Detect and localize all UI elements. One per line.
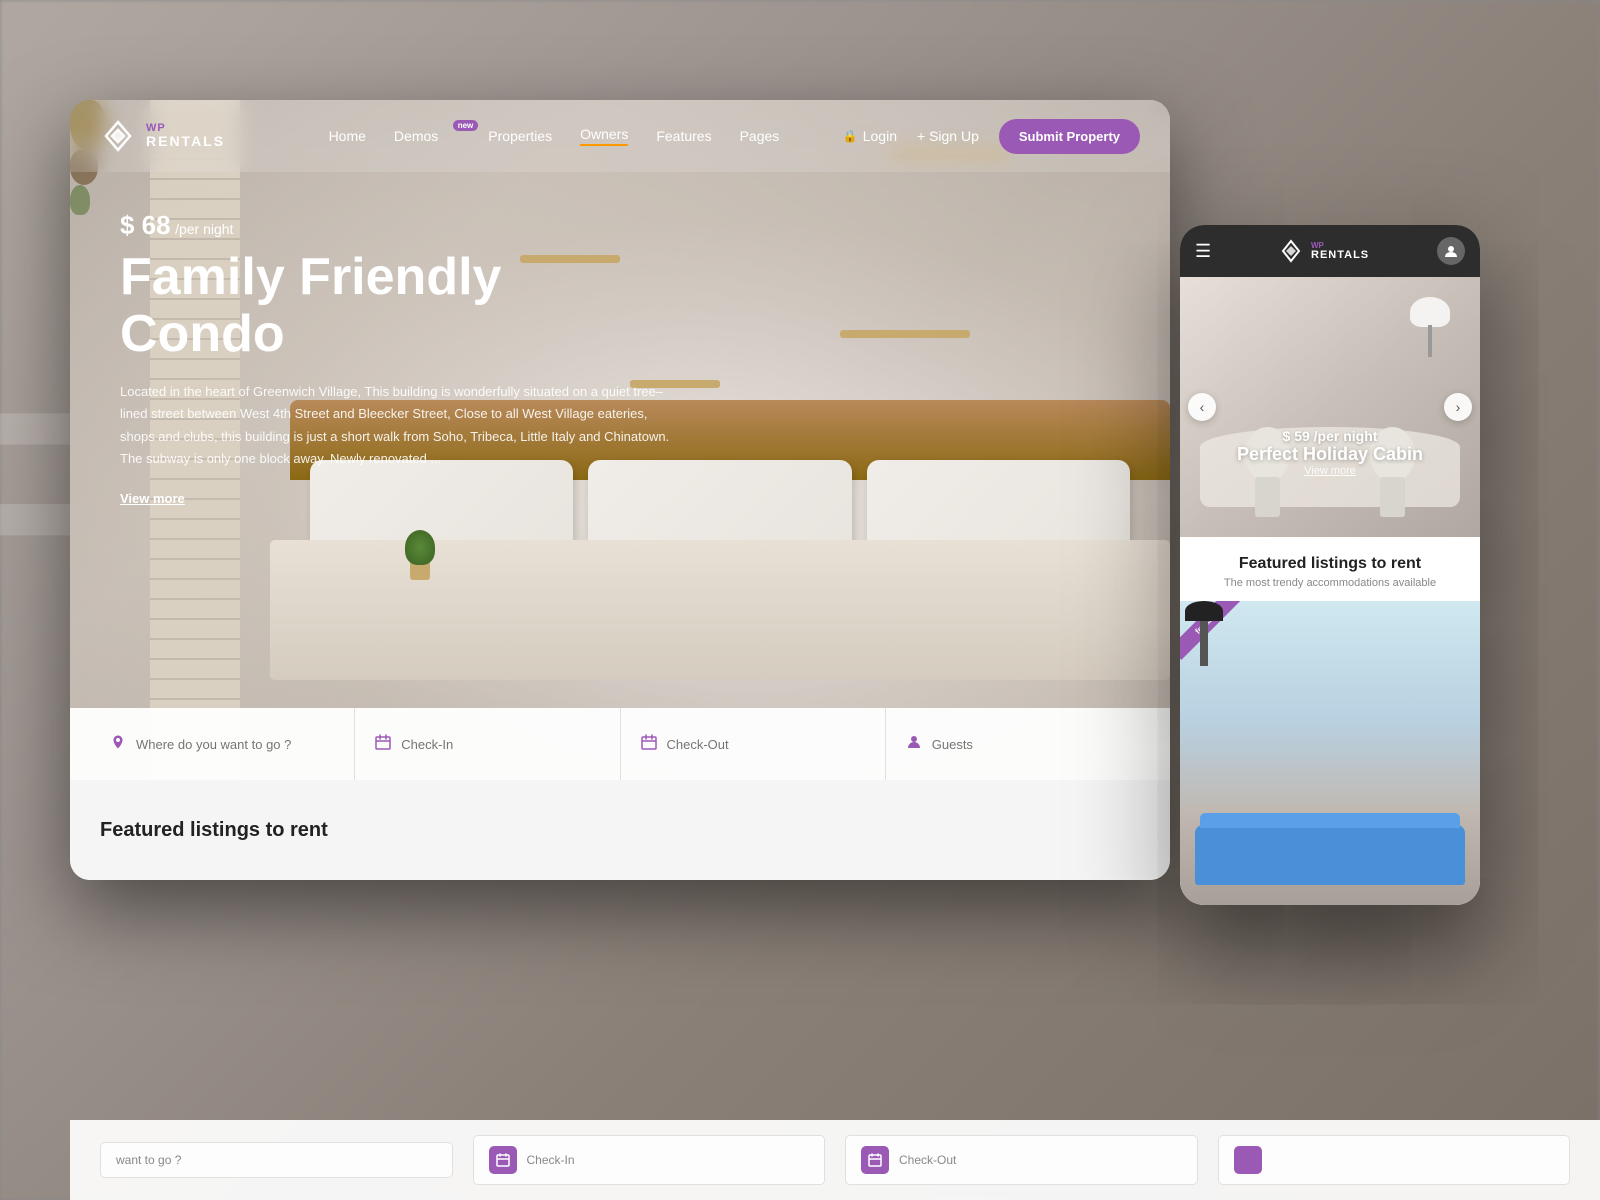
checkout-field (621, 708, 886, 780)
submit-property-button[interactable]: Submit Property (999, 119, 1140, 154)
mobile-logo-text: WP RENTALS (1311, 242, 1369, 261)
nav-demos[interactable]: Demos new (394, 128, 460, 144)
nav-owners[interactable]: Owners (580, 126, 628, 146)
mobile-prev-arrow[interactable]: ‹ (1188, 393, 1216, 421)
mobile-cabin-title: Perfect Holiday Cabin (1180, 444, 1480, 465)
price-unit: /per night (175, 221, 233, 237)
guests-input[interactable] (932, 737, 1130, 752)
mobile-card: ☰ WP RENTALS ‹ (1180, 225, 1480, 905)
location-field (90, 708, 355, 780)
nav-actions: 🔒 Login + Sign Up Submit Property (843, 119, 1140, 154)
guests-icon (906, 734, 922, 755)
mobile-menu-icon[interactable]: ☰ (1195, 241, 1211, 262)
nav-home[interactable]: Home (329, 128, 366, 144)
hero-description: Located in the heart of Greenwich Villag… (120, 381, 680, 469)
mobile-featured-subtitle: The most trendy accommodations available (1195, 577, 1465, 589)
search-bar (70, 708, 1170, 780)
guests-field (886, 708, 1150, 780)
mobile-logo-icon (1279, 239, 1303, 263)
price-display: $ 68 /per night (120, 210, 680, 241)
bottom-search-overlay: want to go ? Check-In Check-Out (70, 1120, 1600, 1200)
mobile-lamp (1410, 297, 1450, 357)
price-amount: $ 68 (120, 210, 171, 240)
hero-content: $ 68 /per night Family Friendly Condo Lo… (120, 210, 680, 508)
nav-signup[interactable]: + Sign Up (917, 128, 979, 144)
checkin-calendar-icon (375, 734, 391, 755)
nav-properties[interactable]: Properties (488, 128, 552, 144)
bottom-checkout-field: Check-Out (845, 1135, 1198, 1185)
mobile-featured-title: Featured listings to rent (1195, 555, 1465, 573)
bottom-location-field: want to go ? (100, 1142, 453, 1178)
mobile-avatar[interactable] (1437, 237, 1465, 265)
featured-section: Featured listings to rent (70, 780, 1170, 880)
mobile-price-amount: $ 59 (1283, 428, 1310, 444)
mobile-room-image: featured (1180, 601, 1480, 905)
mobile-view-more[interactable]: View more (1180, 465, 1480, 477)
desktop-card: WP RENTALS Home Demos new Properties Own… (70, 100, 1170, 880)
checkin-field (355, 708, 620, 780)
bottom-checkout-text: Check-Out (899, 1153, 956, 1167)
lock-icon: 🔒 (843, 129, 858, 143)
nav-demos-badge: new (453, 120, 479, 131)
mobile-hero: ‹ › $ 59 /per night Perfect Holiday Cabi… (1180, 277, 1480, 537)
checkin-input[interactable] (401, 737, 599, 752)
bottom-guests-icon (1234, 1146, 1262, 1174)
mobile-price-unit: /per night (1314, 428, 1378, 444)
bottom-checkout-icon (861, 1146, 889, 1174)
checkout-input[interactable] (667, 737, 865, 752)
mobile-listing-card: featured (1180, 601, 1480, 905)
hero-title: Family Friendly Condo (120, 249, 680, 363)
nav-pages[interactable]: Pages (740, 128, 780, 144)
mobile-price-overlay: $ 59 /per night Perfect Holiday Cabin Vi… (1180, 428, 1480, 477)
nav-demos-label: Demos (394, 128, 438, 144)
bottom-checkin-text: Check-In (527, 1153, 575, 1167)
mobile-navbar: ☰ WP RENTALS (1180, 225, 1480, 277)
mobile-logo-rentals: RENTALS (1311, 250, 1369, 261)
bottom-checkin-field: Check-In (473, 1135, 826, 1185)
hero-view-more[interactable]: View more (120, 491, 185, 506)
nav-links: Home Demos new Properties Owners Feature… (265, 126, 843, 146)
desktop-navbar: WP RENTALS Home Demos new Properties Own… (70, 100, 1170, 172)
hero-section: WP RENTALS Home Demos new Properties Own… (70, 100, 1170, 780)
featured-title: Featured listings to rent (100, 819, 328, 842)
bottom-location-text: want to go ? (116, 1153, 181, 1167)
logo-area: WP RENTALS (100, 118, 225, 154)
mobile-price: $ 59 /per night (1180, 428, 1480, 444)
location-icon (110, 734, 126, 755)
checkout-calendar-icon (641, 734, 657, 755)
mobile-next-arrow[interactable]: › (1444, 393, 1472, 421)
logo-rentals: RENTALS (146, 134, 225, 149)
mobile-logo-area: WP RENTALS (1211, 239, 1437, 263)
shelf-3 (840, 330, 970, 338)
bottom-guests-field (1218, 1135, 1571, 1185)
bedside-plant (400, 530, 440, 580)
logo-icon (100, 118, 136, 154)
mobile-sofa (1195, 825, 1465, 885)
nav-login[interactable]: 🔒 Login (843, 128, 897, 144)
mobile-floor-lamp (1200, 616, 1208, 666)
bottom-checkin-icon (489, 1146, 517, 1174)
logo-text: WP RENTALS (146, 122, 225, 149)
nav-features[interactable]: Features (656, 128, 711, 144)
mobile-featured-section: Featured listings to rent The most trend… (1180, 537, 1480, 601)
location-input[interactable] (136, 737, 334, 752)
